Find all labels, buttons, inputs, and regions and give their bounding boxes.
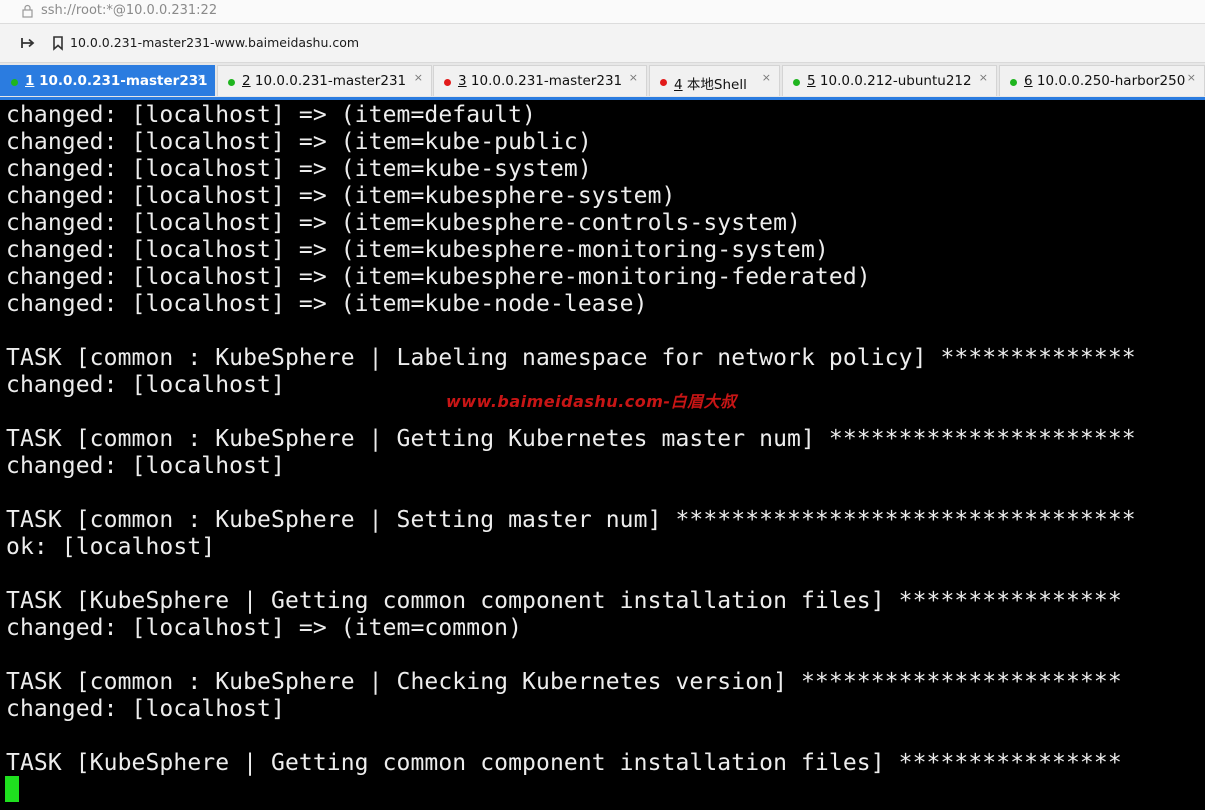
tab-label: 1 10.0.0.231-master231: [25, 73, 208, 89]
tab-title: 10.0.0.231-master231: [250, 73, 407, 89]
tab-title: 本地Shell: [682, 77, 747, 93]
close-tab-icon[interactable]: ×: [197, 71, 206, 84]
address-bar[interactable]: ssh://root:*@10.0.0.231:22: [0, 0, 1205, 24]
close-tab-icon[interactable]: ×: [762, 71, 771, 84]
terminal-line: changed: [localhost] => (item=common): [6, 615, 523, 641]
connection-status-dot: [793, 79, 800, 86]
tab-label: 5 10.0.0.212-ubuntu212: [807, 73, 972, 89]
close-tab-icon[interactable]: ×: [979, 71, 988, 84]
tab-number: 2: [242, 73, 251, 89]
close-tab-icon[interactable]: ×: [1187, 71, 1196, 84]
terminal-line: changed: [localhost] => (item=kubesphere…: [6, 264, 871, 290]
terminal-line: TASK [common : KubeSphere | Checking Kub…: [6, 669, 1122, 695]
tab-number: 1: [25, 73, 35, 89]
bookmark-icon[interactable]: [50, 35, 66, 51]
terminal-line: changed: [localhost] => (item=default): [6, 102, 536, 128]
bookmark-link[interactable]: 10.0.0.231-master231-www.baimeidashu.com: [70, 35, 359, 50]
terminal-line: changed: [localhost] => (item=kube-syste…: [6, 156, 592, 182]
terminal-line: changed: [localhost] => (item=kube-node-…: [6, 291, 648, 317]
terminal-output[interactable]: changed: [localhost] => (item=default) ch…: [0, 100, 1205, 810]
tab-label: 4 本地Shell: [674, 73, 747, 93]
tab-title: 10.0.0.231-master231: [466, 73, 623, 89]
session-tab-3[interactable]: 3 10.0.0.231-master231 ×: [433, 65, 647, 96]
session-tab-2[interactable]: 2 10.0.0.231-master231 ×: [217, 65, 432, 96]
tab-number: 4: [674, 77, 683, 93]
close-tab-icon[interactable]: ×: [414, 71, 423, 84]
terminal-line: TASK [common : KubeSphere | Setting mast…: [6, 507, 1136, 533]
terminal-line: changed: [localhost] => (item=kube-publi…: [6, 129, 592, 155]
connection-status-dot: [228, 79, 235, 86]
send-arrow-icon[interactable]: [20, 35, 36, 51]
tab-title: 10.0.0.212-ubuntu212: [815, 73, 972, 89]
tab-number: 6: [1024, 73, 1033, 89]
tab-label: 3 10.0.0.231-master231: [458, 73, 622, 89]
toolbar: 10.0.0.231-master231-www.baimeidashu.com: [0, 24, 1205, 63]
tab-number: 5: [807, 73, 816, 89]
terminal-line: changed: [localhost]: [6, 696, 285, 722]
session-tab-6[interactable]: 6 10.0.0.250-harbor250 ×: [999, 65, 1205, 96]
address-text: ssh://root:*@10.0.0.231:22: [41, 3, 218, 18]
watermark-text: www.baimeidashu.com-白眉大叔: [446, 392, 737, 411]
terminal-line: TASK [KubeSphere | Getting common compon…: [6, 588, 1122, 614]
connection-status-dot: [1010, 79, 1017, 86]
terminal-line: TASK [common : KubeSphere | Getting Kube…: [6, 426, 1136, 452]
terminal-cursor: [5, 776, 19, 802]
connection-status-dot: [660, 79, 667, 86]
terminal-line: changed: [localhost] => (item=kubesphere…: [6, 210, 801, 236]
terminal-line: changed: [localhost]: [6, 453, 285, 479]
terminal-line: ok: [localhost]: [6, 534, 216, 560]
terminal-line: TASK [common : KubeSphere | Labeling nam…: [6, 345, 1136, 371]
close-tab-icon[interactable]: ×: [629, 71, 638, 84]
session-tab-5[interactable]: 5 10.0.0.212-ubuntu212 ×: [782, 65, 997, 96]
session-tab-4[interactable]: 4 本地Shell ×: [649, 65, 780, 96]
session-tab-bar: 1 10.0.0.231-master231 × 2 10.0.0.231-mast…: [0, 63, 1205, 97]
session-tab-1[interactable]: 1 10.0.0.231-master231 ×: [0, 65, 215, 96]
lock-icon: [22, 4, 33, 18]
tab-label: 2 10.0.0.231-master231: [242, 73, 406, 89]
connection-status-dot: [11, 79, 18, 86]
terminal-line: changed: [localhost]: [6, 372, 285, 398]
tab-number: 3: [458, 73, 467, 89]
terminal-line: changed: [localhost] => (item=kubesphere…: [6, 237, 829, 263]
tab-title: 10.0.0.231-master231: [34, 73, 208, 89]
terminal-line: TASK [KubeSphere | Getting common compon…: [6, 750, 1122, 776]
connection-status-dot: [444, 79, 451, 86]
tab-title: 10.0.0.250-harbor250: [1032, 73, 1186, 89]
terminal-line: changed: [localhost] => (item=kubesphere…: [6, 183, 676, 209]
tab-label: 6 10.0.0.250-harbor250: [1024, 73, 1185, 89]
